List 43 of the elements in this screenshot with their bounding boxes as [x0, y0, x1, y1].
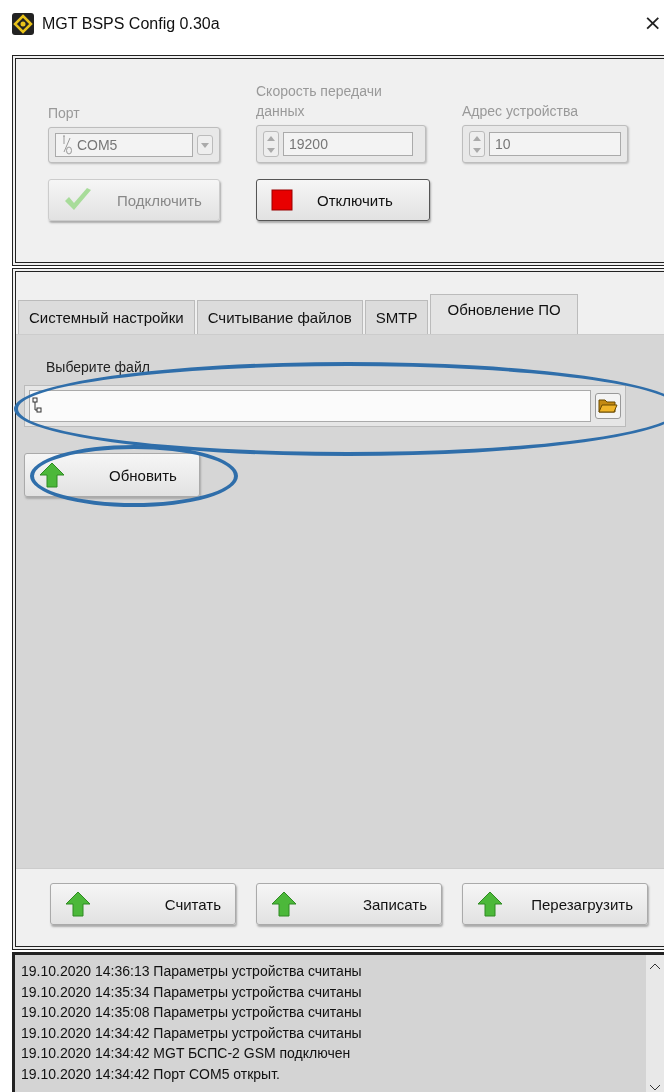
- scroll-down-icon[interactable]: [650, 1085, 660, 1091]
- file-path-field[interactable]: [24, 385, 626, 427]
- log-line: 19.10.2020 14:35:34 Параметры устройства считаны: [21, 982, 363, 1002]
- up-caret-icon: [267, 135, 275, 141]
- tab[interactable]: Обновление ПО: [430, 294, 578, 334]
- field-label: Порт: [48, 104, 81, 123]
- disconnect-button[interactable]: Отключить: [256, 179, 430, 221]
- spin-buttons[interactable]: [469, 131, 485, 157]
- scroll-up-icon[interactable]: [650, 963, 660, 969]
- tab[interactable]: SMTP: [364, 300, 429, 334]
- field-label: Скорость передачи данных: [256, 82, 383, 121]
- action-button[interactable]: Записать: [256, 883, 442, 925]
- log-line: 19.10.2020 14:34:42 Параметры устройства считаны: [21, 1023, 363, 1043]
- field-label: Адрес устройства: [462, 102, 580, 121]
- log-line: 19.10.2020 14:35:08 Параметры устройства считаны: [21, 1003, 363, 1022]
- action-button[interactable]: Перезагрузить: [462, 883, 648, 925]
- down-caret-icon: [267, 147, 275, 153]
- log-line: 19.10.2020 14:34:42 Порт COM5 открыт.: [21, 1064, 281, 1084]
- tab[interactable]: Считывание файлов: [196, 300, 363, 334]
- path-icon: [32, 396, 42, 416]
- log-line: 19.10.2020 14:36:13 Параметры устройства считаны: [21, 962, 363, 981]
- arrow-up-icon: [477, 891, 503, 917]
- down-caret-icon: [201, 142, 209, 148]
- folder-icon: [598, 398, 618, 414]
- log-line: 19.10.2020 14:34:42 MGT БСПС-2 GSM подключен: [21, 1044, 352, 1063]
- action-button[interactable]: Считать: [50, 883, 236, 925]
- stop-icon: [271, 189, 293, 211]
- close-button[interactable]: ×: [643, 10, 662, 35]
- update-button[interactable]: Обновить: [24, 453, 200, 497]
- arrow-up-icon: [271, 891, 297, 917]
- app-icon: [12, 13, 34, 35]
- io-icon: [61, 134, 73, 156]
- up-caret-icon: [473, 135, 481, 141]
- browse-button[interactable]: [595, 393, 621, 419]
- down-caret-icon: [473, 147, 481, 153]
- arrow-up-icon: [65, 891, 91, 917]
- spin-buttons[interactable]: [263, 131, 279, 157]
- dropdown-button[interactable]: [197, 135, 213, 155]
- scrollbar[interactable]: [646, 955, 664, 1092]
- field-label: Выберите файл: [46, 359, 151, 375]
- arrow-up-icon: [39, 462, 65, 488]
- window-title: MGT BSPS Config 0.30a: [42, 15, 220, 33]
- tab[interactable]: Системный настройки: [18, 300, 195, 334]
